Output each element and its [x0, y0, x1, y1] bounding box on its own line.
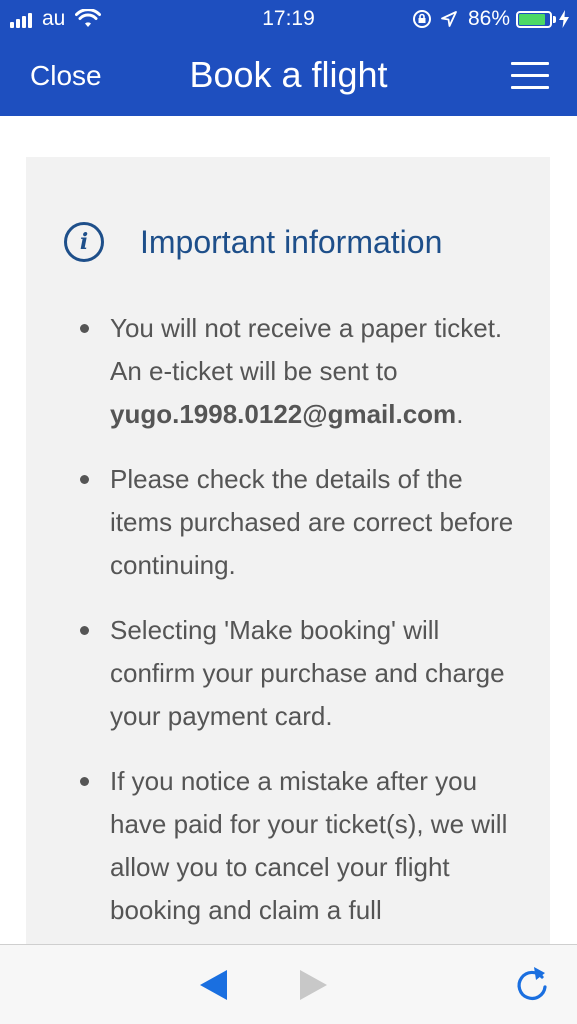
list-item: If you notice a mistake after you have p… — [26, 760, 550, 932]
hamburger-menu-icon[interactable] — [511, 62, 549, 92]
battery-percent: 86% — [467, 7, 510, 30]
info-header: i Important information — [64, 222, 442, 262]
bullet-text-end: . — [456, 399, 464, 429]
list-item: Please check the details of the items pu… — [26, 458, 550, 587]
status-bar: au 17:19 86% — [0, 0, 577, 38]
bullet-text: Selecting 'Make booking' will confirm yo… — [110, 615, 505, 731]
screen: au 17:19 86% Close Book a flight i Impor… — [0, 0, 577, 1024]
back-icon[interactable] — [200, 970, 227, 1000]
page-title: Book a flight — [189, 54, 388, 95]
status-right: 86% — [412, 7, 569, 31]
charging-icon — [559, 10, 569, 28]
bullet-text: If you notice a mistake after you have p… — [110, 766, 508, 925]
info-icon: i — [64, 222, 104, 262]
battery-icon — [516, 10, 552, 28]
refresh-icon[interactable] — [514, 965, 550, 1003]
list-item: You will not receive a paper ticket. An … — [26, 307, 550, 436]
battery-nub — [553, 15, 556, 23]
email-address: yugo.1998.0122@gmail.com — [110, 399, 457, 429]
battery-level — [519, 13, 545, 25]
browser-toolbar — [0, 944, 577, 1024]
info-bullet-list: You will not receive a paper ticket. An … — [26, 307, 550, 954]
orientation-lock-icon — [412, 10, 431, 28]
nav-bar: Close Book a flight — [0, 38, 577, 116]
important-info-card: i Important information You will not rec… — [26, 157, 550, 957]
bullet-text: Please check the details of the items pu… — [110, 464, 514, 580]
forward-icon[interactable] — [300, 970, 327, 1000]
bullet-text: You will not receive a paper ticket. An … — [110, 313, 503, 386]
list-item: Selecting 'Make booking' will confirm yo… — [26, 609, 550, 738]
info-title: Important information — [140, 223, 443, 260]
location-icon — [441, 11, 457, 27]
